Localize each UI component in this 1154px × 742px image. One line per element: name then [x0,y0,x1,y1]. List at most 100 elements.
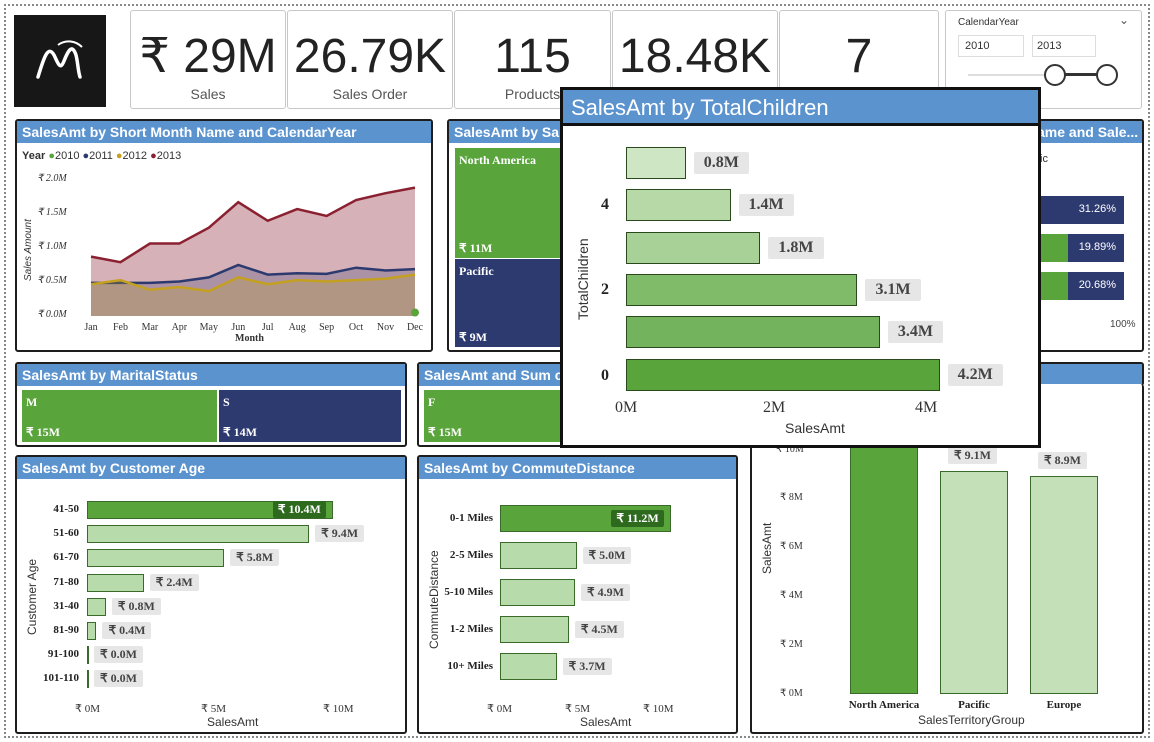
bar[interactable] [500,579,575,606]
data-label: 3.1M [865,278,921,301]
bar[interactable] [626,358,940,391]
kpi-value: ₹ 29M [139,30,277,83]
slicer-from-input[interactable]: 2010 [958,35,1024,57]
treemap-tile-north-america[interactable]: North America ₹ 11M [455,148,563,258]
tile-label: North America [459,153,536,167]
category-label: 51-60 [53,527,79,540]
kpi-label: Sales Order [332,86,408,102]
data-label: ₹ 3.7M [562,657,612,675]
x-tick: Dec [407,322,424,333]
bar[interactable] [500,616,569,643]
bar[interactable] [87,622,97,640]
stacked-bar-segment [1040,234,1068,262]
stacked-bar[interactable]: 19.89% [1040,234,1124,262]
x-axis-title: SalesAmt [785,420,845,436]
panel-title: SalesAmt by CommuteDistance [419,457,736,479]
treemap-tile-female[interactable]: F ₹ 15M [424,390,564,442]
stacked-bar[interactable]: 20.68% [1040,272,1124,300]
stacked-bar-segment [1040,272,1068,300]
series-point-2010[interactable] [411,308,419,317]
x-tick: Aug [289,322,306,333]
sum-panel[interactable]: SalesAmt and Sum c F ₹ 15M [417,362,567,447]
category-label: 31-40 [53,599,79,612]
data-label: ₹ 5.0M [582,546,632,564]
tile-value: ₹ 11M [459,241,493,255]
data-label: 3.4M [887,321,943,344]
x-tick: Apr [172,322,188,333]
tile-value: ₹ 9M [459,330,487,344]
y-tick: 2 [601,281,609,298]
x-tick: Sep [319,322,334,333]
x-axis-title: SalesAmt [207,715,259,729]
bar[interactable] [500,653,557,680]
category-label: 61-70 [53,551,79,564]
stacked-percent-panel[interactable]: ame and Sale... ic 31.26% 19.89% 20.68% … [1030,119,1144,352]
bar[interactable] [87,670,89,689]
data-label: ₹ 5.8M [230,549,280,567]
bar[interactable] [626,273,858,306]
x-tick: 0M [615,399,638,416]
bar[interactable] [626,316,880,349]
panel-title: SalesAmt by Sa [449,121,565,143]
stacked-bar[interactable]: 31.26% [1040,196,1124,224]
kpi-card-sales-order: 26.79K Sales Order [287,10,453,109]
customer-age-panel[interactable]: SalesAmt by Customer Age Customer Age 41… [15,455,407,734]
total-children-popup[interactable]: SalesAmt by TotalChildren TotalChildren … [560,87,1041,448]
treemap-tile-single[interactable]: S ₹ 14M [219,390,401,442]
data-label: ₹ 0.4M [102,622,152,639]
data-label: ₹ 2.4M [149,573,199,591]
x-tick: 4M [915,399,938,416]
bar[interactable] [87,597,106,616]
popup-title: SalesAmt by TotalChildren [563,90,1038,126]
x-tick: 100% [1110,319,1136,330]
slider-handle-min[interactable] [1044,64,1066,86]
x-tick: Nov [377,322,394,333]
bar[interactable] [87,573,144,592]
month-year-chart-panel[interactable]: SalesAmt by Short Month Name and Calenda… [15,119,433,352]
category-label: 5-10 Miles [444,585,493,598]
treemap-tile-married[interactable]: M ₹ 15M [22,390,217,442]
category-label: North America [848,699,920,711]
x-tick: ₹ 5M [565,703,591,715]
bar[interactable] [87,549,225,568]
region-treemap-panel[interactable]: SalesAmt by Sa North America ₹ 11M Pacif… [447,119,567,352]
commute-distance-panel[interactable]: SalesAmt by CommuteDistance CommuteDista… [417,455,738,734]
bar[interactable] [87,646,89,665]
x-tick: Feb [113,322,128,333]
bar[interactable] [626,231,761,264]
y-tick: ₹ 6M [780,541,803,552]
company-logo [14,15,106,107]
category-label: Pacific [958,699,990,711]
treemap-tile-pacific[interactable]: Pacific ₹ 9M [455,259,563,347]
chevron-down-icon[interactable]: ⌄ [1119,13,1129,27]
data-label: 1.8M [768,236,824,259]
x-tick: ₹ 10M [323,703,354,715]
bar[interactable] [940,471,1008,694]
bar[interactable] [1030,475,1098,694]
slicer-to-input[interactable]: 2013 [1032,35,1096,57]
x-tick: May [200,322,218,333]
category-label: 0-1 Miles [449,511,493,524]
data-label: ₹ 9.1M [948,447,997,465]
y-tick: ₹ 0M [780,688,803,699]
y-tick: 4 [601,196,609,213]
x-tick: Oct [349,322,364,333]
x-tick: Jun [231,322,245,333]
slider-handle-max[interactable] [1096,64,1118,86]
category-label: 1-2 Miles [449,622,493,635]
bar[interactable] [626,147,686,179]
marital-status-panel[interactable]: SalesAmt by MaritalStatus M ₹ 15M S ₹ 14… [15,362,407,447]
bar[interactable] [87,525,310,544]
y-tick: ₹ 8M [780,492,803,503]
bar[interactable] [626,189,731,222]
category-label: Europe [1046,699,1082,711]
slicer-title: CalendarYear [958,17,1019,28]
bar[interactable] [500,542,577,569]
panel-title: ame and Sale... [1032,121,1142,143]
bar[interactable] [850,434,918,694]
x-tick: ₹ 5M [201,703,227,715]
x-tick: ₹ 10M [643,703,674,715]
area-chart-canvas: Jan Feb Mar Apr May Jun Jul Aug Sep Oct Nov Dec [84,186,424,333]
territory-header-fragment [1030,362,1144,386]
tile-label: S [223,395,230,409]
